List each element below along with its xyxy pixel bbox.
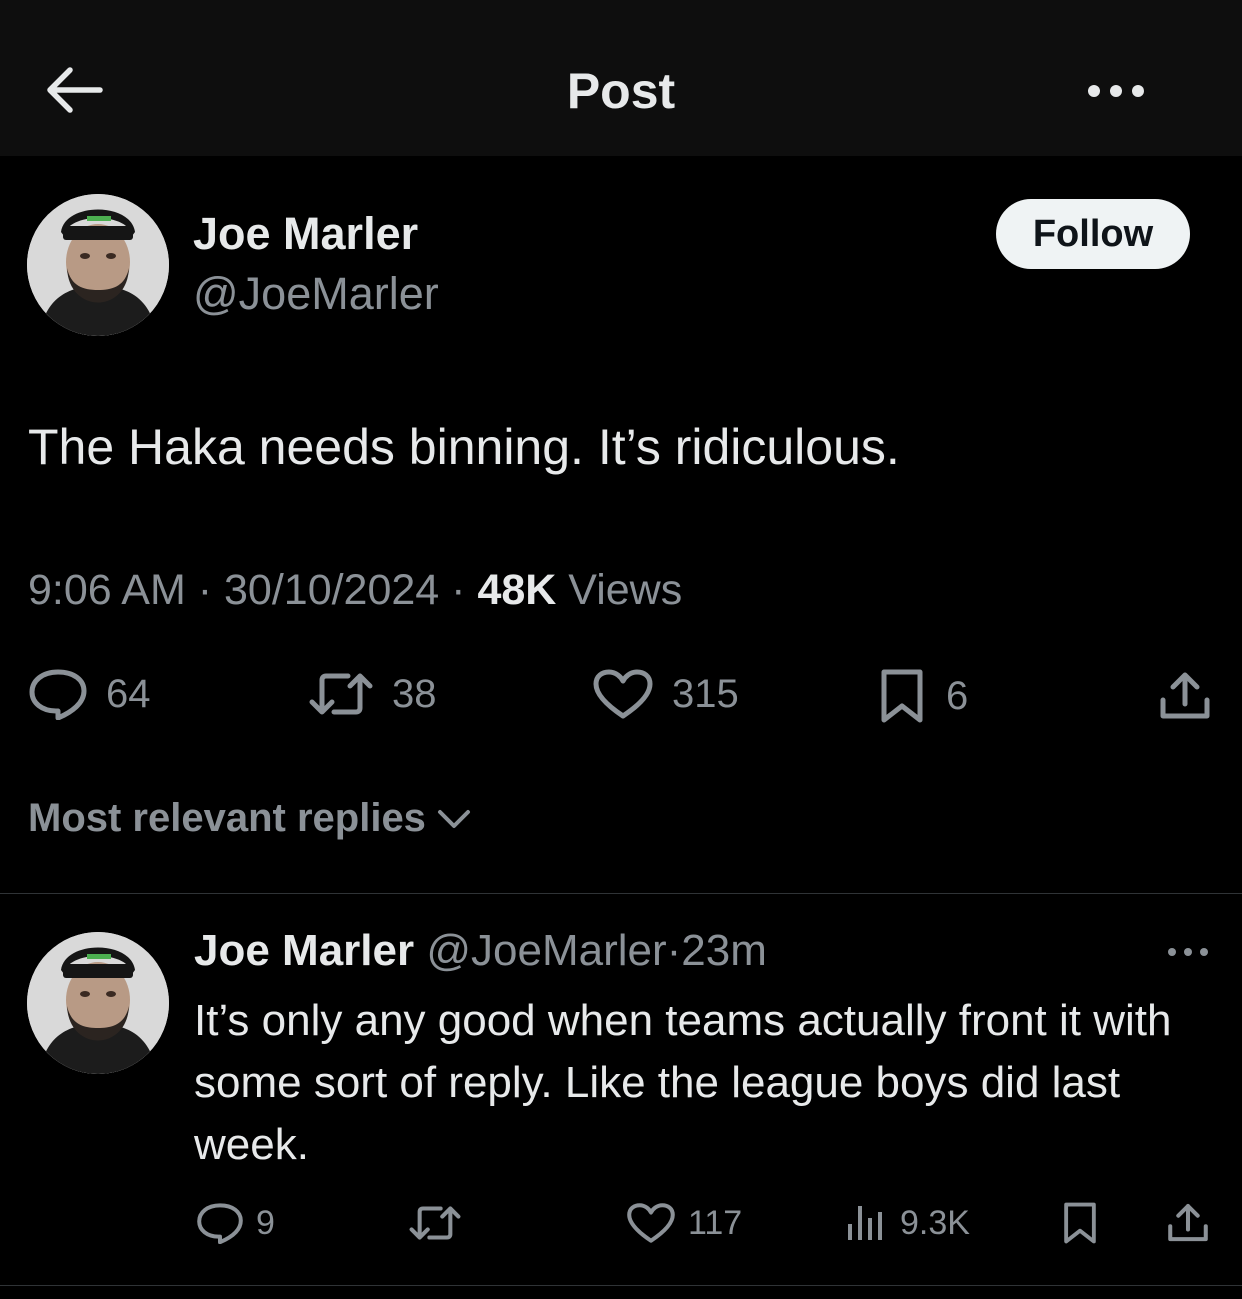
more-button[interactable] bbox=[1084, 78, 1148, 104]
reply-more-button[interactable] bbox=[1166, 942, 1210, 962]
repost-icon bbox=[409, 1206, 461, 1240]
divider bbox=[0, 1285, 1242, 1286]
reply-like-button[interactable]: 117 bbox=[626, 1202, 742, 1244]
share-icon bbox=[1168, 1204, 1208, 1242]
reply-repost-button[interactable] bbox=[408, 1202, 462, 1244]
share-button[interactable] bbox=[1158, 670, 1212, 722]
post-time[interactable]: 9:06 AM bbox=[28, 566, 186, 614]
reply-count: 64 bbox=[106, 671, 151, 716]
follow-button[interactable]: Follow bbox=[996, 199, 1190, 269]
meta-separator: · bbox=[451, 566, 466, 614]
reply-header: Joe Marler @JoeMarler·23m bbox=[194, 926, 767, 976]
repost-count: 38 bbox=[392, 671, 437, 716]
reply-icon bbox=[197, 1203, 243, 1244]
reply-views-button[interactable]: 9.3K bbox=[846, 1202, 970, 1244]
reply-reply-button[interactable]: 9 bbox=[196, 1202, 275, 1244]
like-count: 315 bbox=[672, 671, 739, 716]
author-name[interactable]: Joe Marler bbox=[193, 208, 418, 260]
post-text: The Haka needs binning. It’s ridiculous. bbox=[28, 419, 900, 475]
reply-time[interactable]: 23m bbox=[681, 926, 767, 975]
reply-text: It’s only any good when teams actually f… bbox=[194, 996, 1172, 1169]
top-bar: Post bbox=[0, 0, 1242, 156]
share-icon bbox=[1160, 672, 1210, 719]
repost-icon bbox=[309, 673, 373, 715]
post-meta: 9:06 AM · 30/10/2024 · 48K Views bbox=[28, 566, 682, 615]
post-date[interactable]: 30/10/2024 bbox=[224, 566, 439, 614]
reply-reply-count: 9 bbox=[256, 1203, 275, 1242]
reply-author-avatar[interactable] bbox=[27, 932, 169, 1074]
reply-button[interactable]: 64 bbox=[28, 668, 151, 720]
meta-separator: · bbox=[666, 926, 682, 975]
bookmark-button[interactable]: 6 bbox=[876, 668, 968, 724]
more-icon bbox=[1168, 948, 1208, 956]
reply-author-handle[interactable]: @JoeMarler bbox=[426, 926, 666, 975]
views-icon bbox=[848, 1206, 882, 1240]
views-label: Views bbox=[568, 566, 683, 614]
reply-share-button[interactable] bbox=[1166, 1202, 1210, 1244]
replies-sort-dropdown[interactable]: Most relevant replies bbox=[28, 796, 474, 841]
repost-button[interactable]: 38 bbox=[308, 668, 437, 720]
bookmark-count: 6 bbox=[946, 673, 969, 718]
like-icon bbox=[593, 669, 653, 719]
views-count[interactable]: 48K bbox=[477, 566, 556, 614]
author-handle[interactable]: @JoeMarler bbox=[193, 268, 439, 320]
reply-bookmark-button[interactable] bbox=[1060, 1200, 1100, 1246]
reply-icon bbox=[29, 669, 87, 720]
like-icon bbox=[627, 1203, 675, 1243]
replies-sort-label: Most relevant replies bbox=[28, 796, 426, 840]
page-title: Post bbox=[566, 63, 676, 119]
bookmark-icon bbox=[881, 669, 923, 723]
reply-like-count: 117 bbox=[688, 1203, 743, 1242]
reply-author-name[interactable]: Joe Marler bbox=[194, 926, 414, 975]
chevron-down-icon bbox=[437, 809, 470, 828]
reply-views-count: 9.3K bbox=[900, 1203, 970, 1242]
bookmark-icon bbox=[1064, 1202, 1096, 1244]
author-avatar[interactable] bbox=[27, 194, 169, 336]
meta-separator: · bbox=[197, 566, 213, 614]
more-icon bbox=[1088, 85, 1144, 97]
like-button[interactable]: 315 bbox=[592, 668, 739, 720]
divider bbox=[0, 893, 1242, 894]
